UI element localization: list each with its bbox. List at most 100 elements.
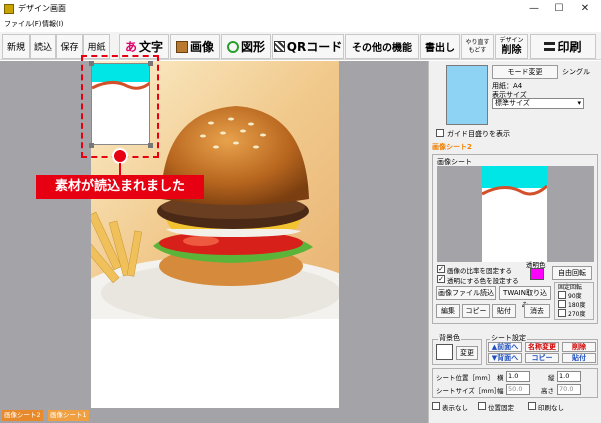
resize-handle[interactable] xyxy=(89,143,94,148)
display-size-select[interactable]: 標準サイズ ▾ xyxy=(492,98,584,109)
export-button[interactable]: 書出し xyxy=(420,34,460,59)
resize-handle[interactable] xyxy=(148,61,153,66)
sheet-copy-button[interactable]: コピー xyxy=(525,353,559,363)
material-loaded-callout: 素材が読込まれました xyxy=(36,175,204,199)
maximize-button[interactable]: ☐ xyxy=(549,2,569,16)
image-icon xyxy=(175,40,188,53)
to-front-button[interactable]: ▲前面へ xyxy=(488,342,522,352)
edit-button[interactable]: 編集 xyxy=(436,304,460,318)
vertical-label: 縦 xyxy=(548,374,555,382)
copy-button[interactable]: コピー xyxy=(462,304,490,318)
menu-bar xyxy=(0,18,601,32)
transparent-color-checkbox[interactable]: ✓ xyxy=(437,275,445,283)
horizontal-label: 横 xyxy=(497,374,504,382)
minimize-button[interactable]: — xyxy=(524,2,544,16)
rotate-180-checkbox[interactable] xyxy=(558,300,566,308)
redo-undo-button[interactable]: やり直す もどす xyxy=(461,34,494,59)
height-label: 高さ xyxy=(541,387,554,395)
free-rotate-button[interactable]: 自由回転 xyxy=(552,266,592,280)
design-label: デザイン xyxy=(499,37,524,44)
bg-color-swatch[interactable] xyxy=(436,344,453,360)
erase-button[interactable]: 消去 xyxy=(524,304,550,318)
rotate-90-label: 90度 xyxy=(568,293,582,300)
rename-button[interactable]: 名称変更 xyxy=(525,342,559,352)
position-fix-checkbox[interactable] xyxy=(478,402,486,410)
fix-ratio-label: 画像の比率を固定する xyxy=(447,267,512,275)
rotate-90-checkbox[interactable] xyxy=(558,291,566,299)
guide-checkbox[interactable] xyxy=(436,129,444,137)
image-button[interactable]: 画像 xyxy=(170,34,220,59)
mode-change-button[interactable]: モード変更 xyxy=(492,65,558,79)
hide-label: 表示なし xyxy=(442,404,468,412)
load-button[interactable]: 読込 xyxy=(30,34,56,59)
shape-button-label: 図形 xyxy=(240,40,265,54)
printer-icon xyxy=(544,42,556,51)
paper-preview xyxy=(446,65,488,125)
no-print-checkbox[interactable] xyxy=(528,402,536,410)
circle-shape-icon xyxy=(226,40,239,53)
horizontal-position-input[interactable]: 1.0 xyxy=(506,371,530,382)
callout-pin xyxy=(112,148,128,164)
other-features-button[interactable]: その他の機能 xyxy=(345,34,419,59)
vertical-position-input[interactable]: 1.0 xyxy=(557,371,581,382)
tab-image-sheet-1[interactable]: 画像シート1 xyxy=(48,410,89,421)
sheet-paste-button[interactable]: 貼付 xyxy=(562,353,596,363)
app-icon xyxy=(4,4,14,14)
close-button[interactable]: ✕ xyxy=(575,2,595,16)
fix-ratio-checkbox[interactable]: ✓ xyxy=(437,265,445,273)
display-size-value: 標準サイズ xyxy=(495,99,530,107)
tab-image-sheet-2[interactable]: 画像シート2 xyxy=(2,410,43,421)
transparent-color-label: 透明にする色を設定する xyxy=(447,277,519,285)
twain-button[interactable]: TWAIN取り込み xyxy=(499,286,551,309)
rotate-270-checkbox[interactable] xyxy=(558,309,566,317)
mode-single-label: シングル xyxy=(562,68,590,76)
thumbnail-wave xyxy=(92,81,149,90)
transparent-color-swatch[interactable] xyxy=(530,268,544,280)
menu-file[interactable]: ファイル(F) xyxy=(4,19,42,29)
image-button-label: 画像 xyxy=(189,40,214,54)
shape-button[interactable]: 図形 xyxy=(221,34,271,59)
qr-code-icon xyxy=(273,41,285,52)
height-input[interactable]: 70.0 xyxy=(557,384,581,395)
window-title: デザイン画面 xyxy=(18,4,66,13)
print-button[interactable]: 印刷 xyxy=(530,34,596,59)
no-print-label: 印刷なし xyxy=(538,404,564,412)
chevron-down-icon: ▾ xyxy=(577,99,581,107)
width-input[interactable]: 50.0 xyxy=(506,384,530,395)
sheet-size-label: シートサイズ［mm］ xyxy=(436,387,501,395)
new-button[interactable]: 新規 xyxy=(2,34,30,59)
loaded-material-thumbnail[interactable] xyxy=(91,63,150,145)
bg-color-change-button[interactable]: 変更 xyxy=(456,346,478,360)
bg-color-title: 背景色 xyxy=(438,333,461,343)
rotate-180-label: 180度 xyxy=(568,302,586,309)
print-button-label: 印刷 xyxy=(557,40,582,54)
undo-label: もどす xyxy=(468,46,487,54)
resize-handle[interactable] xyxy=(148,143,153,148)
menu-info[interactable]: 情報(I) xyxy=(42,19,64,29)
design-delete-button[interactable]: デザイン 削除 xyxy=(495,34,528,59)
redo-label: やり直す xyxy=(465,38,490,46)
image-file-load-button[interactable]: 画像ファイル読込 xyxy=(436,286,496,300)
sheet-preview-wave xyxy=(482,184,547,196)
qr-button-label: QRコード xyxy=(286,40,343,54)
sheet-delete-button[interactable]: 削除 xyxy=(562,342,596,352)
width-label: 幅 xyxy=(497,387,504,395)
paste-button[interactable]: 貼付 xyxy=(492,304,516,318)
text-button-label: 文字 xyxy=(139,40,164,54)
sheet-position-label: シート位置［mm］ xyxy=(436,374,495,382)
tab-image-sheet[interactable]: 画像シート2 xyxy=(432,142,482,153)
rotate-270-label: 270度 xyxy=(568,311,586,318)
sheet-preview-image xyxy=(482,166,547,262)
callout-line xyxy=(119,163,121,175)
qr-button[interactable]: QRコード xyxy=(272,34,344,59)
to-back-button[interactable]: ▼背面へ xyxy=(488,353,522,363)
hide-checkbox[interactable] xyxy=(432,402,440,410)
delete-label: 削除 xyxy=(501,45,522,56)
resize-handle[interactable] xyxy=(89,61,94,66)
fixed-rotate-title: 固定回転 xyxy=(558,284,583,291)
guide-label: ガイド目盛りを表示 xyxy=(447,130,510,138)
save-button[interactable]: 保存 xyxy=(56,34,83,59)
title-bar xyxy=(0,0,601,18)
hiragana-a-icon: あ xyxy=(124,40,137,54)
position-fix-label: 位置固定 xyxy=(488,404,514,412)
